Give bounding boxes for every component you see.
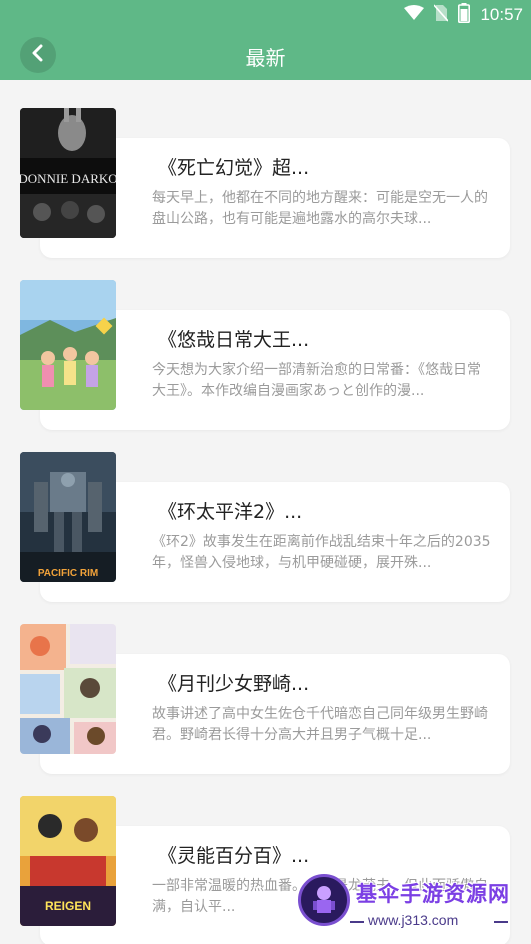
page-title: 最新 [245, 46, 286, 70]
list-item[interactable]: 《环太平洋2》... 《环2》故事发生在距离前作战乱结束十年之后的2035年，怪… [0, 424, 531, 602]
battery-icon [458, 3, 471, 27]
no-sim-icon [433, 4, 450, 26]
status-time: 10:57 [480, 5, 523, 24]
article-title[interactable]: 《死亡幻觉》超... [158, 153, 328, 180]
list-item[interactable]: 《死亡幻觉》超... 每天早上，他都在不同的地方醒来：可能是空无一人的盘山公路，… [0, 80, 531, 258]
article-title[interactable]: 《灵能百分百》... [158, 841, 328, 868]
article-cover-image[interactable]: PACIFIC RIM [20, 452, 116, 582]
article-cover-image[interactable] [20, 280, 116, 410]
status-bar: 10:57 [0, 0, 531, 30]
list-item[interactable]: 《悠哉日常大王... 今天想为大家介绍一部清新治愈的日常番：《悠哉日常大王》。本… [0, 252, 531, 430]
article-title[interactable]: 《环太平洋2》... [158, 497, 328, 524]
cover-title: DONNIE DARKO [20, 171, 116, 186]
article-title[interactable]: 《月刊少女野崎... [158, 669, 328, 696]
status-icons: 10:57 [404, 3, 523, 27]
cover-title: REIGEN [45, 899, 91, 913]
article-description: 每天早上，他都在不同的地方醒来：可能是空无一人的盘山公路，也有可能是遍地露水的高… [152, 190, 488, 227]
article-description: 今天想为大家介绍一部清新治愈的日常番：《悠哉日常大王》。本作改编自漫画家あっと创… [152, 362, 481, 399]
watermark-url: www.j313.com [368, 912, 459, 928]
app-bar: 最新 [0, 30, 531, 80]
watermark-divider [350, 921, 364, 923]
article-cover-image[interactable]: REIGEN [20, 796, 116, 926]
wifi-icon [404, 5, 425, 25]
article-description: 故事讲述了高中女生佐仓千代暗恋自己同年级男生野崎君。野崎君长得十分高大并且男子气… [152, 706, 488, 743]
watermark-logo-icon [298, 874, 350, 926]
article-description: 《环2》故事发生在距离前作战乱结束十年之后的2035年，怪兽入侵地球，与机甲硬碰… [152, 534, 491, 571]
article-cover-image[interactable] [20, 624, 116, 754]
article-title[interactable]: 《悠哉日常大王... [158, 325, 328, 352]
watermark: 基伞手游资源网 www.j313.com [298, 870, 531, 940]
list-item[interactable]: 《月刊少女野崎... 故事讲述了高中女生佐仓千代暗恋自己同年级男生野崎君。野崎君… [0, 596, 531, 774]
watermark-divider [494, 921, 508, 923]
cover-title: PACIFIC RIM [38, 568, 98, 579]
watermark-name: 基伞手游资源网 [356, 882, 510, 906]
article-cover-image[interactable]: DONNIE DARKO [20, 108, 116, 238]
